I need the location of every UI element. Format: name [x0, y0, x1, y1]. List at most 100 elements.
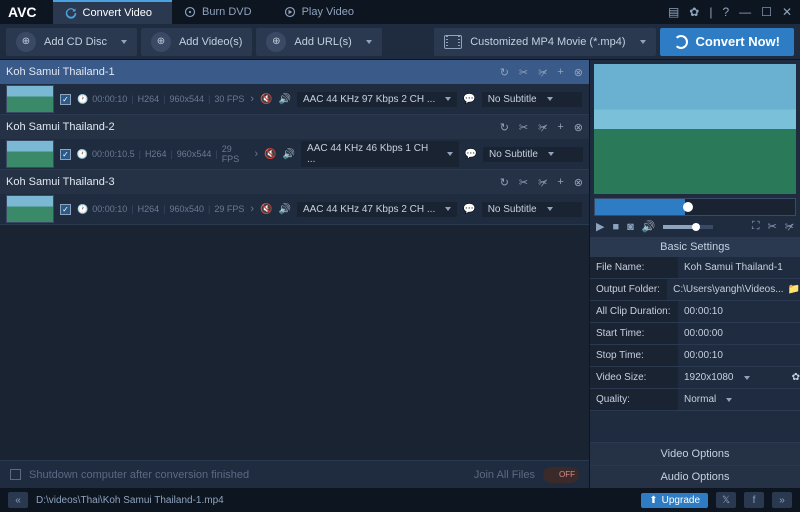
play-button[interactable]: ▶	[596, 220, 604, 233]
file-item[interactable]: Koh Samui Thailand-3 ↻ ✂ ✂̷ + ⊗ ✓ 🕐 00:0…	[0, 170, 589, 225]
convert-now-button[interactable]: Convert Now!	[660, 28, 795, 56]
volume-slider[interactable]	[663, 225, 713, 229]
chevron-down-icon	[121, 40, 127, 44]
timeline-slider[interactable]	[594, 198, 796, 216]
upgrade-button[interactable]: ⬆Upgrade	[641, 493, 708, 508]
video-size-value[interactable]: 1920x1080	[684, 372, 734, 383]
remove-icon[interactable]: ⊗	[574, 66, 583, 79]
volume-handle[interactable]	[692, 223, 700, 231]
volume-icon[interactable]: 🔊	[642, 220, 656, 233]
expand-icon[interactable]: ›	[254, 148, 258, 160]
menu-icon[interactable]: ▤	[668, 5, 679, 19]
audio-track-select[interactable]: AAC 44 KHz 47 Kbps 2 CH ...	[297, 202, 457, 217]
start-time-value[interactable]: 00:00:00	[684, 328, 723, 339]
add-icon[interactable]: +	[557, 121, 563, 134]
expand-icon[interactable]: ›	[250, 93, 254, 105]
join-files-toggle[interactable]: OFF	[543, 467, 579, 483]
speaker-icon[interactable]: 🔊	[279, 94, 291, 105]
chevron-down-icon[interactable]	[726, 398, 732, 402]
mute-icon[interactable]: 🔇	[264, 149, 276, 160]
duration: 00:00:10	[92, 204, 127, 214]
duration-value: 00:00:10	[684, 306, 723, 317]
crop-icon[interactable]: ✂̷	[785, 220, 794, 233]
output-folder-value[interactable]: C:\Users\yangh\Videos...	[673, 284, 783, 295]
subtitle-select[interactable]: No Subtitle	[482, 92, 582, 107]
maximize-icon[interactable]: ☐	[761, 5, 772, 19]
file-checkbox[interactable]: ✓	[60, 149, 71, 160]
audio-label: AAC 44 KHz 46 Kbps 1 CH ...	[307, 143, 437, 165]
cut-icon[interactable]: ✂	[519, 66, 528, 79]
remove-icon[interactable]: ⊗	[574, 121, 583, 134]
status-path: D:\videos\Thai\Koh Samui Thailand-1.mp4	[36, 495, 224, 506]
audio-options-section[interactable]: Audio Options	[590, 465, 800, 488]
play-icon	[284, 6, 296, 18]
subtitle-icon[interactable]: 💬	[463, 204, 475, 215]
subtitle-icon[interactable]: 💬	[465, 149, 477, 160]
file-name: Koh Samui Thailand-3	[6, 176, 492, 188]
thumbnail	[6, 85, 54, 113]
video-size-label: Video Size:	[590, 367, 678, 388]
add-icon[interactable]: +	[557, 66, 563, 79]
add-cd-button[interactable]: ⊕ Add CD Disc	[6, 28, 137, 56]
button-label: Convert Now!	[696, 34, 781, 49]
settings-icon[interactable]: ✿	[689, 5, 699, 19]
next-button[interactable]: »	[772, 492, 792, 508]
file-checkbox[interactable]: ✓	[60, 94, 71, 105]
cut-icon[interactable]: ✂	[768, 220, 777, 233]
stop-time-value[interactable]: 00:00:10	[684, 350, 723, 361]
cut-icon[interactable]: ✂	[519, 176, 528, 189]
help-icon[interactable]: ?	[722, 5, 729, 19]
subtitle-select[interactable]: No Subtitle	[482, 202, 582, 217]
minimize-icon[interactable]: —	[739, 5, 751, 19]
quality-value[interactable]: Normal	[684, 394, 716, 405]
effects-icon[interactable]: ✂̷	[538, 176, 547, 189]
facebook-icon[interactable]: f	[744, 492, 764, 508]
loop-icon[interactable]: ↻	[500, 176, 509, 189]
effects-icon[interactable]: ✂̷	[538, 121, 547, 134]
app-logo: AVC	[8, 4, 37, 20]
filename-value[interactable]: Koh Samui Thailand-1	[684, 262, 783, 273]
subtitle-icon[interactable]: 💬	[463, 94, 475, 105]
file-checkbox[interactable]: ✓	[60, 204, 71, 215]
loop-icon[interactable]: ↻	[500, 66, 509, 79]
chevron-down-icon[interactable]	[744, 376, 750, 380]
subtitle-label: No Subtitle	[488, 204, 537, 215]
speaker-icon[interactable]: 🔊	[279, 204, 291, 215]
browse-folder-icon[interactable]: 📁	[788, 284, 800, 295]
disc-plus-icon: ⊕	[16, 32, 36, 52]
fps: 29 FPS	[214, 204, 244, 214]
gear-icon[interactable]: ✿	[792, 372, 800, 383]
twitter-icon[interactable]: 𝕏	[716, 492, 736, 508]
tab-convert-video[interactable]: Convert Video	[53, 0, 173, 24]
tab-burn-dvd[interactable]: Burn DVD	[172, 0, 272, 24]
cut-icon[interactable]: ✂	[519, 121, 528, 134]
fullscreen-icon[interactable]: ⛶	[752, 220, 760, 233]
convert-icon	[674, 35, 688, 49]
video-options-section[interactable]: Video Options	[590, 442, 800, 465]
button-label: Add Video(s)	[179, 36, 242, 48]
shutdown-checkbox[interactable]	[10, 469, 21, 480]
mute-icon[interactable]: 🔇	[260, 94, 272, 105]
output-profile-select[interactable]: Customized MP4 Movie (*.mp4)	[434, 28, 655, 56]
expand-icon[interactable]: ›	[250, 203, 254, 215]
thumbnail	[6, 140, 54, 168]
timeline-handle[interactable]	[683, 202, 693, 212]
add-videos-button[interactable]: ⊕ Add Video(s)	[141, 28, 252, 56]
effects-icon[interactable]: ✂̷	[538, 66, 547, 79]
loop-icon[interactable]: ↻	[500, 121, 509, 134]
add-urls-button[interactable]: ⊕ Add URL(s)	[256, 28, 381, 56]
close-icon[interactable]: ✕	[782, 5, 792, 19]
file-item[interactable]: Koh Samui Thailand-2 ↻ ✂ ✂̷ + ⊗ ✓ 🕐 00:0…	[0, 115, 589, 170]
file-item[interactable]: Koh Samui Thailand-1 ↻ ✂ ✂̷ + ⊗ ✓ 🕐 00:0…	[0, 60, 589, 115]
remove-icon[interactable]: ⊗	[574, 176, 583, 189]
stop-button[interactable]: ■	[612, 221, 619, 233]
add-icon[interactable]: +	[557, 176, 563, 189]
audio-track-select[interactable]: AAC 44 KHz 46 Kbps 1 CH ...	[301, 141, 459, 167]
speaker-icon[interactable]: 🔊	[283, 149, 295, 160]
audio-track-select[interactable]: AAC 44 KHz 97 Kbps 2 CH ...	[297, 92, 457, 107]
subtitle-select[interactable]: No Subtitle	[483, 147, 583, 162]
snapshot-button[interactable]: ◙	[627, 221, 634, 233]
prev-button[interactable]: «	[8, 492, 28, 508]
mute-icon[interactable]: 🔇	[260, 204, 272, 215]
tab-play-video[interactable]: Play Video	[272, 0, 374, 24]
